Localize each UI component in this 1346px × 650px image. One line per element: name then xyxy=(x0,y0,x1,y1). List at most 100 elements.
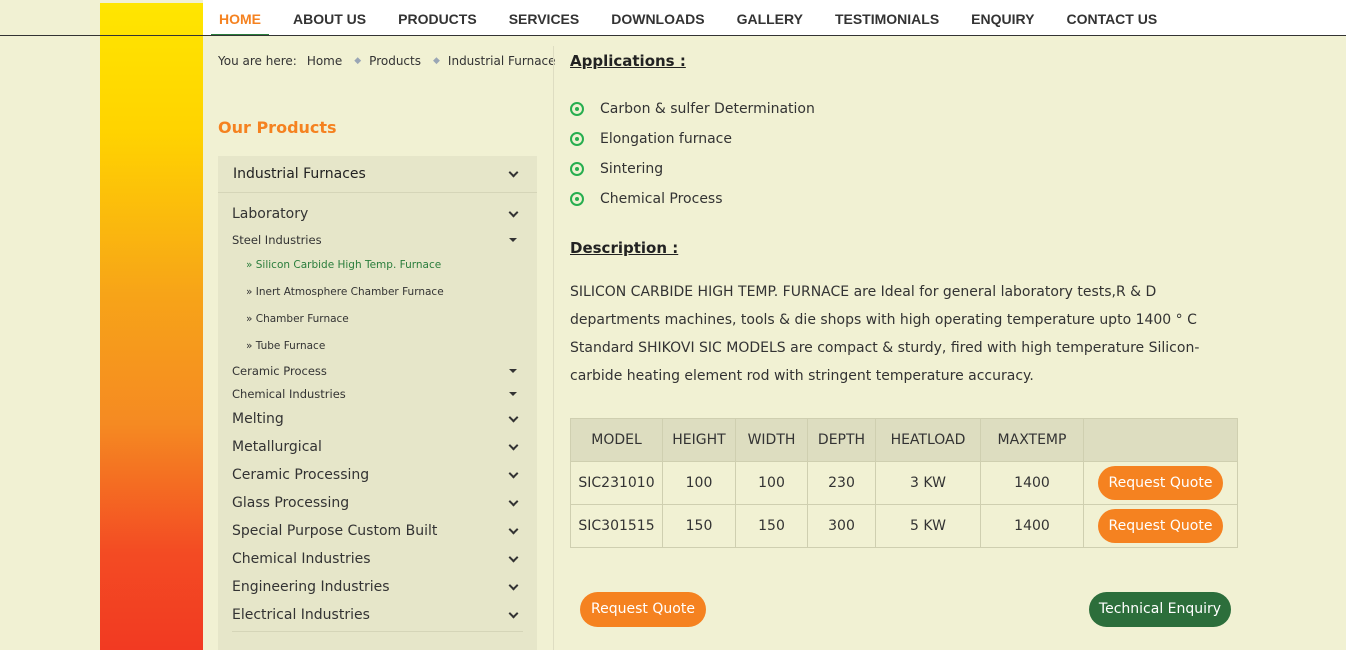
application-label: Chemical Process xyxy=(600,191,723,207)
caret-down-icon[interactable] xyxy=(509,391,517,396)
list-item: Sintering xyxy=(570,154,815,184)
chevron-down-icon[interactable] xyxy=(508,496,519,506)
nav-enquiry[interactable]: ENQUIRY xyxy=(955,0,1050,36)
table-cell: 150 xyxy=(735,504,808,548)
nav-divider xyxy=(0,35,1346,36)
table-cell: SIC301515 xyxy=(570,504,663,548)
table-cell: 3 KW xyxy=(875,461,981,505)
column-header: MAXTEMP xyxy=(980,418,1084,462)
breadcrumb-products[interactable]: Products xyxy=(369,54,421,68)
list-item: Chemical Process xyxy=(570,184,815,214)
caret-down-icon[interactable] xyxy=(509,368,517,373)
sidebar-item-label: Ceramic Processing xyxy=(232,467,370,483)
product-sidebar: Industrial Furnaces Laboratory Steel Ind… xyxy=(218,156,537,650)
sidebar-item-laboratory[interactable]: Laboratory xyxy=(232,200,523,228)
table-cell: 100 xyxy=(735,461,808,505)
top-navigation: HOME ABOUT US PRODUCTS SERVICES DOWNLOAD… xyxy=(203,0,1346,36)
nav-gallery[interactable]: GALLERY xyxy=(721,0,819,36)
chevron-down-icon[interactable] xyxy=(508,412,519,422)
bullet-icon xyxy=(570,132,584,146)
table-cell: 150 xyxy=(662,504,736,548)
table-cell: 1400 xyxy=(980,504,1084,548)
table-cell: 1400 xyxy=(980,461,1084,505)
row-request-quote-button[interactable]: Request Quote xyxy=(1097,509,1224,543)
nav-about-us[interactable]: ABOUT US xyxy=(277,0,382,36)
chevron-down-icon[interactable] xyxy=(508,207,519,217)
table-cell: 300 xyxy=(807,504,876,548)
row-request-quote-button[interactable]: Request Quote xyxy=(1097,466,1224,500)
sidebar-item-tube-furnace[interactable]: » Tube Furnace xyxy=(232,332,523,359)
table-cell: 100 xyxy=(662,461,736,505)
sidebar-item-label: Steel Industries xyxy=(232,232,322,247)
sidebar-item-label: Chemical Industries xyxy=(232,551,371,567)
sidebar-item-label: Electrical Industries xyxy=(232,607,370,623)
chevron-down-icon[interactable] xyxy=(508,524,519,534)
sidebar-item-label: Engineering Industries xyxy=(232,579,390,595)
technical-enquiry-button[interactable]: Technical Enquiry xyxy=(1089,592,1231,627)
sidebar-item-ceramic-processing[interactable]: Ceramic Processing xyxy=(232,461,523,489)
list-item: Elongation furnace xyxy=(570,124,815,154)
sidebar-item-label: » Tube Furnace xyxy=(246,339,326,352)
sidebar-item-label: » Chamber Furnace xyxy=(246,312,349,325)
column-header: DEPTH xyxy=(807,418,876,462)
request-quote-button[interactable]: Request Quote xyxy=(580,592,706,627)
breadcrumb-separator-icon: ◆ xyxy=(354,56,362,66)
list-item: Carbon & sulfer Determination xyxy=(570,94,815,124)
table-cell: 230 xyxy=(807,461,876,505)
description-title: Description : xyxy=(570,239,679,257)
sidebar-item-steel-industries[interactable]: Steel Industries xyxy=(232,228,523,251)
bullet-icon xyxy=(570,192,584,206)
nav-services[interactable]: SERVICES xyxy=(493,0,596,36)
table-cell: Request Quote xyxy=(1083,504,1238,548)
nav-downloads[interactable]: DOWNLOADS xyxy=(595,0,720,36)
table-cell: Request Quote xyxy=(1083,461,1238,505)
nav-testimonials[interactable]: TESTIMONIALS xyxy=(819,0,955,36)
chevron-down-icon[interactable] xyxy=(508,552,519,562)
nav-contact-us[interactable]: CONTACT US xyxy=(1050,0,1173,36)
caret-down-icon[interactable] xyxy=(509,237,517,242)
content-divider xyxy=(553,46,554,650)
sidebar-item-glass-processing[interactable]: Glass Processing xyxy=(232,489,523,517)
sidebar-item-chamber-furnace[interactable]: » Chamber Furnace xyxy=(232,305,523,332)
chevron-down-icon[interactable] xyxy=(508,608,519,618)
sidebar-item-metallurgical[interactable]: Metallurgical xyxy=(232,433,523,461)
sidebar-item-industrial-furnaces[interactable]: Industrial Furnaces xyxy=(218,156,537,193)
sidebar-heading: Our Products xyxy=(218,118,337,137)
table-header-row: MODEL HEIGHT WIDTH DEPTH HEATLOAD MAXTEM… xyxy=(570,418,1238,462)
applications-list: Carbon & sulfer Determination Elongation… xyxy=(570,94,815,214)
nav-home[interactable]: HOME xyxy=(203,0,277,36)
breadcrumb-home[interactable]: Home xyxy=(307,54,342,68)
nav-products[interactable]: PRODUCTS xyxy=(382,0,493,36)
table-row: SIC301515 150 150 300 5 KW 1400 Request … xyxy=(570,504,1238,548)
breadcrumb-lead: You are here: xyxy=(218,54,297,68)
sidebar-item-label: » Silicon Carbide High Temp. Furnace xyxy=(246,258,442,271)
sidebar-item-chemical-industries[interactable]: Chemical Industries xyxy=(232,545,523,573)
sidebar-item-ceramic-process[interactable]: Ceramic Process xyxy=(232,359,523,382)
sidebar-item-engineering-industries[interactable]: Engineering Industries xyxy=(232,573,523,601)
bullet-icon xyxy=(570,162,584,176)
chevron-down-icon[interactable] xyxy=(508,440,519,450)
sidebar-item-chemical-industries-sub[interactable]: Chemical Industries xyxy=(232,382,523,405)
description-text: SILICON CARBIDE HIGH TEMP. FURNACE are I… xyxy=(570,284,1200,384)
sidebar-item-special-purpose[interactable]: Special Purpose Custom Built xyxy=(232,517,523,545)
sidebar-item-label: Glass Processing xyxy=(232,495,350,511)
column-header xyxy=(1083,418,1238,462)
chevron-down-icon[interactable] xyxy=(508,580,519,590)
sidebar-item-electrical-industries[interactable]: Electrical Industries xyxy=(232,601,523,629)
sidebar-item-melting[interactable]: Melting xyxy=(232,405,523,433)
bullet-icon xyxy=(570,102,584,116)
chevron-down-icon[interactable] xyxy=(508,167,519,177)
sidebar-item-silicon-carbide-furnace[interactable]: » Silicon Carbide High Temp. Furnace xyxy=(232,251,523,278)
sidebar-item-label: Ceramic Process xyxy=(232,363,327,378)
chevron-down-icon[interactable] xyxy=(508,468,519,478)
applications-title: Applications : xyxy=(570,52,686,70)
breadcrumb-industrial-furnace[interactable]: Industrial Furnace xyxy=(448,54,556,68)
table-cell: SIC231010 xyxy=(570,461,663,505)
application-label: Sintering xyxy=(600,161,664,177)
breadcrumb: You are here: Home ◆ Products ◆ Industri… xyxy=(218,54,556,68)
application-label: Elongation furnace xyxy=(600,131,732,147)
column-header: WIDTH xyxy=(735,418,808,462)
sidebar-category-list: Laboratory Steel Industries » Silicon Ca… xyxy=(232,200,523,632)
decorative-gradient-strip xyxy=(100,3,203,650)
sidebar-item-inert-atmosphere-furnace[interactable]: » Inert Atmosphere Chamber Furnace xyxy=(232,278,523,305)
